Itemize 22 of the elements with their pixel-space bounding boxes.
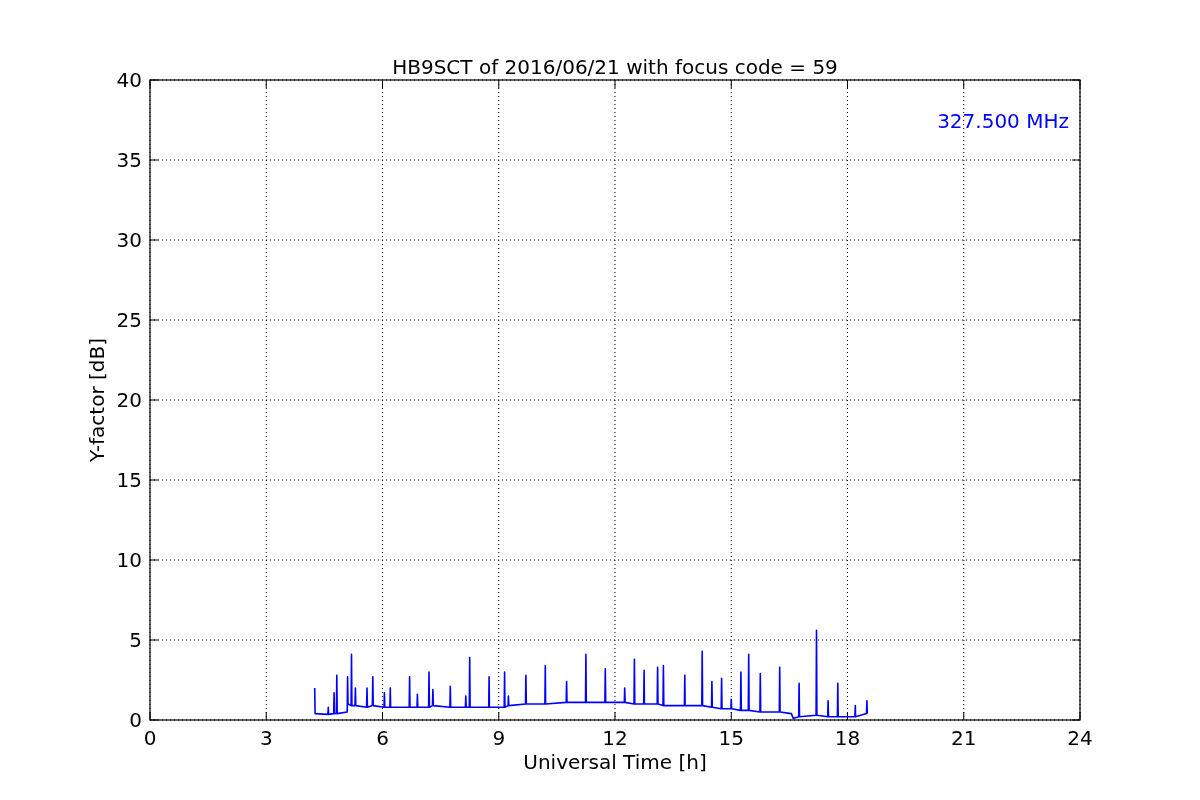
axis-tick-label: 10	[116, 548, 142, 572]
frequency-label: 327.500 MHz	[937, 109, 1069, 133]
axis-tick-label: 24	[1067, 726, 1093, 750]
axis-tick-label: 40	[116, 68, 142, 92]
axis-tick-label: 18	[834, 726, 861, 750]
axis-label: Universal Time [h]	[523, 750, 707, 774]
axis-tick-label: 0	[129, 708, 142, 732]
axis-tick-label: 20	[116, 388, 142, 412]
axis-tick-label: 5	[129, 628, 142, 652]
axis-tick-label: 21	[951, 726, 977, 750]
axis-tick-label: 6	[376, 726, 389, 750]
axis-tick-label: 15	[718, 726, 744, 750]
axis-tick-label: 9	[492, 726, 506, 750]
axis-tick-label: 30	[116, 228, 142, 252]
axis-tick-label: 12	[602, 726, 628, 750]
axis-tick-label: 0	[143, 726, 157, 750]
axis-tick-label: 35	[116, 148, 142, 172]
axis-label: Y-factor [dB]	[85, 338, 109, 462]
axis-tick-label: 25	[116, 308, 142, 332]
axis-tick-label: 15	[116, 468, 142, 492]
chart-title: HB9SCT of 2016/06/21 with focus code = 59	[392, 55, 838, 79]
axis-tick-label: 3	[259, 726, 273, 750]
